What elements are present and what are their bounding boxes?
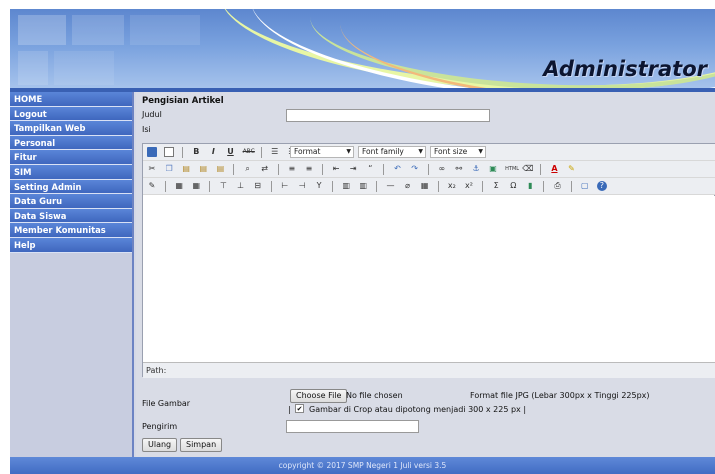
cleanup-icon[interactable]: ⌫ — [522, 164, 533, 174]
table-icon[interactable]: ▦ — [174, 181, 184, 191]
isi-label: Isi — [142, 125, 151, 134]
cut-icon[interactable]: ✂ — [147, 164, 157, 174]
footer: copyright © 2017 SMP Negeri 1 Juli versi… — [10, 457, 715, 474]
choose-file-button[interactable]: Choose File — [290, 389, 348, 403]
link-icon[interactable]: ∞ — [437, 164, 447, 174]
sidebar-item-data-siswa[interactable]: Data Siswa — [10, 208, 132, 224]
sidebar-item-member-komunitas[interactable]: Member Komunitas — [10, 223, 132, 238]
omega-icon[interactable]: Ω — [508, 181, 518, 191]
editor-toolbar-row-2: ✂ ❐ ▤ ▤ ▤ ⌕ ⇄ ≡ ≡ ⇤ ⇥ “ ↶ ↷ ∞ ⚯ ⚓ ▣ HTML… — [143, 161, 715, 178]
visual-aid-icon[interactable]: ▦ — [420, 181, 430, 191]
sidebar-item-home[interactable]: HOME — [10, 92, 132, 107]
sidebar-item-fitur[interactable]: Fitur — [10, 150, 132, 165]
crop-checkbox[interactable]: ✔ — [295, 404, 304, 413]
find-icon[interactable]: ⌕ — [243, 164, 253, 174]
font-family-select[interactable]: Font family ▼ — [358, 146, 426, 158]
sidebar-item-logout[interactable]: Logout — [10, 106, 132, 122]
blockquote-icon[interactable]: “ — [365, 164, 375, 174]
form-heading: Pengisian Artikel — [142, 96, 224, 106]
sidebar-item-data-guru[interactable]: Data Guru — [10, 194, 132, 209]
sigma-icon[interactable]: Σ — [491, 181, 501, 191]
font-size-select[interactable]: Font size ▼ — [430, 146, 486, 158]
sidebar-item-sim[interactable]: SIM — [10, 164, 132, 180]
delete-col-icon[interactable]: Y — [314, 181, 324, 191]
sidebar-item-tampilkan-web[interactable]: Tampilkan Web — [10, 121, 132, 136]
unlink-icon[interactable]: ⚯ — [454, 164, 464, 174]
sidebar-item-help[interactable]: Help — [10, 237, 132, 253]
paste-text-icon[interactable]: ▤ — [198, 164, 208, 174]
replace-icon[interactable]: ⇄ — [260, 164, 270, 174]
rich-text-editor: B I U ABC ☰ ☰ ☰ ☰ Format▼ Font family▼ F… — [142, 143, 715, 378]
judul-label: Judul — [142, 110, 162, 119]
editor-toolbar-row-3: ✎ ▦ ▦ ⊤ ⊥ ⊟ ⊢ ⊣ Y ▥ ▥ — ⌀ ▦ x₂ x² Σ Ω ▮ … — [143, 178, 715, 195]
indent-icon[interactable]: ⇥ — [348, 164, 358, 174]
delete-row-icon[interactable]: ⊟ — [253, 181, 263, 191]
image-icon[interactable]: ▣ — [488, 164, 498, 174]
copy-icon[interactable]: ❐ — [164, 164, 174, 174]
file-gambar-label: File Gambar — [142, 399, 191, 408]
undo-icon[interactable]: ↶ — [393, 164, 403, 174]
numbered-list-icon[interactable]: ≡ — [304, 164, 314, 174]
submit-button[interactable]: Simpan — [180, 438, 223, 452]
fullscreen-icon[interactable]: ▢ — [580, 181, 590, 191]
editor-toolbar-row-1: B I U ABC ☰ ☰ ☰ ☰ Format▼ Font family▼ F… — [143, 144, 715, 161]
help-icon[interactable]: ? — [596, 181, 607, 191]
bullet-list-icon[interactable]: ≡ — [287, 164, 297, 174]
redo-icon[interactable]: ↷ — [410, 164, 420, 174]
superscript-icon[interactable]: x² — [464, 181, 474, 191]
align-left-icon[interactable]: ☰ — [270, 147, 280, 157]
bold-icon[interactable]: B — [191, 147, 201, 157]
sidebar-item-setting-admin[interactable]: Setting Admin — [10, 179, 132, 195]
no-file-chosen-text: No file chosen — [346, 391, 403, 400]
strikethrough-icon[interactable]: ABC — [243, 147, 255, 157]
sidebar-item-personal[interactable]: Personal — [10, 135, 132, 151]
pengirim-label: Pengirim — [142, 422, 178, 431]
sidebar: HOME Logout Tampilkan Web Personal Fitur… — [10, 92, 134, 457]
horizontal-rule-icon[interactable]: — — [386, 181, 396, 191]
pengirim-input[interactable] — [286, 420, 419, 433]
col-before-icon[interactable]: ⊢ — [280, 181, 290, 191]
merge-cells-icon[interactable]: ▥ — [358, 181, 368, 191]
row-after-icon[interactable]: ⊥ — [236, 181, 246, 191]
save-icon[interactable] — [147, 147, 157, 157]
remove-format-icon[interactable]: ⌀ — [403, 181, 413, 191]
edit-icon[interactable]: ✎ — [147, 181, 157, 191]
editor-path-bar: Path: — [143, 362, 715, 378]
paste-word-icon[interactable]: ▤ — [215, 164, 225, 174]
subscript-icon[interactable]: x₂ — [447, 181, 457, 191]
col-after-icon[interactable]: ⊣ — [297, 181, 307, 191]
split-cells-icon[interactable]: ▥ — [341, 181, 351, 191]
print-icon[interactable]: ⎙ — [553, 181, 563, 191]
italic-icon[interactable]: I — [208, 147, 218, 157]
row-before-icon[interactable]: ⊤ — [218, 181, 228, 191]
underline-icon[interactable]: U — [225, 147, 235, 157]
crop-prefix: | — [288, 405, 291, 414]
header-banner: Administrator — [10, 9, 715, 88]
background-color-icon[interactable]: ✎ — [567, 164, 577, 174]
crop-label: Gambar di Crop atau dipotong menjadi 300… — [309, 405, 527, 414]
judul-input[interactable] — [286, 109, 490, 122]
paste-icon[interactable]: ▤ — [181, 164, 191, 174]
new-document-icon[interactable] — [164, 147, 175, 157]
editor-text-area[interactable] — [143, 196, 715, 362]
main-content: Pengisian Artikel Judul Isi B I U ABC ☰ … — [136, 92, 715, 457]
header-title: Administrator — [543, 57, 707, 81]
anchor-icon[interactable]: ⚓ — [471, 164, 481, 174]
table-properties-icon[interactable]: ▦ — [191, 181, 201, 191]
admin-page: Administrator HOME Logout Tampilkan Web … — [10, 9, 715, 474]
outdent-icon[interactable]: ⇤ — [331, 164, 341, 174]
media-icon[interactable]: ▮ — [525, 181, 535, 191]
text-color-icon[interactable]: A — [549, 164, 559, 174]
format-note: Format file JPG (Lebar 300px x Tinggi 22… — [470, 391, 650, 400]
format-select[interactable]: Format ▼ — [290, 146, 354, 158]
html-icon[interactable]: HTML — [505, 164, 519, 174]
reset-button[interactable]: Ulang — [142, 438, 178, 452]
